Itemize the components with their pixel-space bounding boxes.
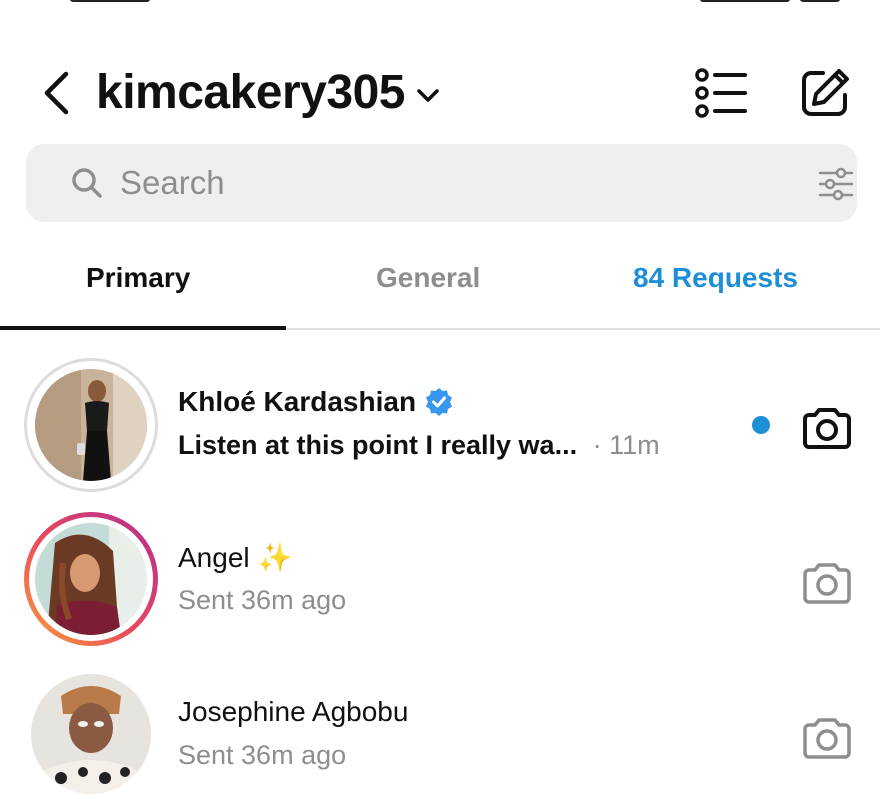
- tab-primary[interactable]: Primary: [86, 262, 190, 294]
- camera-icon[interactable]: [802, 402, 852, 452]
- avatar: [31, 674, 151, 794]
- sparkles-emoji: ✨: [257, 542, 293, 573]
- thread-preview: Sent 36m ago: [178, 740, 347, 770]
- compose-button[interactable]: [798, 66, 852, 120]
- thread-name: Angel: [178, 541, 250, 573]
- thread-preview: Listen at this point I really wa...: [178, 430, 578, 460]
- compose-icon: [802, 69, 849, 116]
- tab-general[interactable]: General: [376, 262, 480, 294]
- active-tab-indicator: [0, 326, 286, 330]
- avatar: [35, 523, 147, 635]
- thread-name-row: Josephine Agbobu: [178, 696, 408, 728]
- chevron-down-icon: [417, 89, 439, 102]
- header: kimcakery305: [0, 58, 880, 128]
- account-switcher[interactable]: kimcakery305: [96, 62, 439, 124]
- inbox-tabs: Primary General 84 Requests: [0, 246, 880, 332]
- camera-icon[interactable]: [802, 557, 852, 607]
- thread-row[interactable]: Josephine Agbobu Sent 36m ago: [0, 660, 880, 799]
- search-bar: [26, 144, 857, 222]
- avatar: [35, 369, 147, 481]
- list-button[interactable]: [694, 66, 748, 120]
- camera-icon[interactable]: [802, 712, 852, 762]
- thread-row[interactable]: Khloé Kardashian Listen at this point I …: [0, 350, 880, 500]
- sliders-icon[interactable]: [816, 164, 856, 204]
- chevron-left-icon: [44, 71, 69, 115]
- thread-row[interactable]: Angel ✨ Sent 36m ago: [0, 505, 880, 655]
- tab-requests[interactable]: 84 Requests: [633, 262, 798, 294]
- thread-name-row: Angel ✨: [178, 541, 293, 574]
- back-button[interactable]: [36, 68, 76, 118]
- unread-indicator: [752, 416, 770, 434]
- thread-preview: Sent 36m ago: [178, 585, 347, 615]
- thread-name: Josephine Agbobu: [178, 696, 409, 727]
- list-icon: [695, 68, 747, 118]
- verified-badge-icon: [426, 388, 453, 416]
- thread-preview-row: Listen at this point I really wa... · 11…: [178, 430, 660, 461]
- status-bar: [0, 0, 880, 8]
- account-name: kimcakery305: [96, 66, 405, 119]
- thread-time: · 11m: [592, 430, 660, 460]
- search-icon: [72, 168, 102, 198]
- thread-name-row: Khloé Kardashian: [178, 386, 454, 418]
- search-input[interactable]: [120, 156, 760, 210]
- thread-name: Khloé Kardashian: [178, 386, 417, 417]
